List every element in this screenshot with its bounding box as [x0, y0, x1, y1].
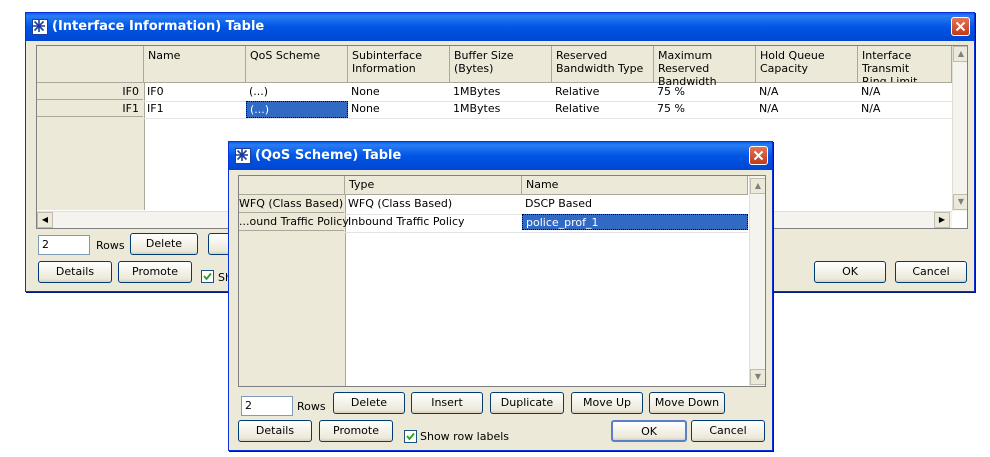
selected-cell[interactable]: (...) — [246, 101, 348, 118]
column-header[interactable]: Maximum Reserved Bandwidth — [654, 46, 756, 88]
rows-label: Rows — [96, 239, 125, 252]
table-cell[interactable]: Inbound Traffic Policy — [345, 214, 522, 230]
column-header[interactable]: QoS Scheme — [246, 46, 348, 83]
table-cell[interactable]: N/A — [858, 84, 952, 100]
column-header[interactable]: Reserved Bandwidth Type — [552, 46, 654, 83]
close-icon[interactable] — [749, 146, 768, 165]
delete-button[interactable]: Delete — [130, 233, 198, 255]
table-cell[interactable]: Relative — [552, 84, 654, 100]
row-label[interactable]: WFQ (Class Based) — [239, 196, 344, 213]
promote-button[interactable]: Promote — [319, 420, 393, 442]
table-cell[interactable]: Relative — [552, 101, 654, 117]
rows-count-input[interactable]: 2 — [241, 396, 293, 416]
column-header[interactable]: Hold Queue Capacity — [756, 46, 858, 83]
table-cell[interactable]: N/A — [858, 101, 952, 117]
column-header[interactable]: Name — [522, 176, 748, 195]
interface-info-titlebar[interactable]: (Interface Information) Table — [26, 13, 974, 41]
corner-header — [239, 176, 345, 195]
column-header[interactable]: Subinterface Information — [348, 46, 450, 83]
move-down-button[interactable]: Move Down — [649, 392, 725, 414]
table-row: Inbound Traffic Policy police_prof_1 — [345, 214, 748, 233]
table-cell[interactable]: N/A — [756, 84, 858, 100]
rows-count-input[interactable]: 2 — [38, 235, 90, 255]
vertical-scrollbar[interactable]: ▲ ▼ — [749, 176, 765, 386]
table-row: IF1 (...) None 1MBytes Relative 75 % N/A… — [144, 101, 952, 119]
table-cell[interactable]: DSCP Based — [522, 196, 748, 212]
details-button[interactable]: Details — [238, 420, 312, 442]
table-cell[interactable]: 75 % — [654, 84, 756, 100]
close-icon[interactable] — [951, 17, 970, 36]
table-cell[interactable]: IF1 — [144, 101, 246, 117]
app-icon — [235, 148, 251, 164]
scroll-down-icon[interactable]: ▼ — [750, 369, 765, 385]
rows-label: Rows — [297, 400, 326, 413]
row-label[interactable]: IF0 — [37, 84, 143, 100]
promote-button[interactable]: Promote — [118, 261, 192, 283]
column-header[interactable]: Buffer Size (Bytes) — [450, 46, 552, 83]
scroll-down-icon[interactable]: ▼ — [953, 194, 967, 210]
show-row-labels-checkbox[interactable] — [201, 270, 214, 283]
insert-button[interactable]: Insert — [411, 392, 483, 414]
table-row: WFQ (Class Based) DSCP Based — [345, 196, 748, 215]
move-up-button[interactable]: Move Up — [571, 392, 643, 414]
column-header[interactable]: Name — [144, 46, 246, 83]
table-cell[interactable]: WFQ (Class Based) — [345, 196, 522, 212]
qos-scheme-window: (QoS Scheme) Table Type Name WFQ (Class … — [228, 141, 773, 451]
selected-cell[interactable]: police_prof_1 — [522, 214, 748, 230]
column-header[interactable]: Type — [345, 176, 522, 195]
row-label[interactable]: IF1 — [37, 101, 143, 117]
window-title: (Interface Information) Table — [52, 19, 265, 34]
show-row-labels-checkbox[interactable] — [404, 430, 417, 443]
cancel-button[interactable]: Cancel — [691, 420, 765, 442]
details-button[interactable]: Details — [38, 261, 112, 283]
delete-button[interactable]: Delete — [333, 392, 405, 414]
qos-scheme-titlebar[interactable]: (QoS Scheme) Table — [229, 142, 772, 170]
scroll-left-icon[interactable]: ◀ — [37, 212, 53, 228]
show-row-labels-label: Show row labels — [420, 430, 510, 443]
table-cell[interactable]: IF0 — [144, 84, 246, 100]
ok-button[interactable]: OK — [611, 420, 687, 442]
table-cell[interactable]: None — [348, 84, 450, 100]
table-cell[interactable]: (...) — [246, 84, 348, 100]
corner-header — [37, 46, 144, 83]
scroll-up-icon[interactable]: ▲ — [953, 46, 967, 62]
cancel-button[interactable]: Cancel — [895, 261, 967, 283]
table-cell[interactable]: 75 % — [654, 101, 756, 117]
qos-scheme-table: Type Name WFQ (Class Based) ...ound Traf… — [238, 175, 766, 387]
row-label[interactable]: ...ound Traffic Policy — [239, 214, 349, 231]
scroll-up-icon[interactable]: ▲ — [750, 178, 765, 194]
duplicate-button[interactable]: Duplicate — [490, 392, 564, 414]
vertical-scrollbar[interactable]: ▲ ▼ — [952, 46, 967, 211]
window-title: (QoS Scheme) Table — [255, 148, 402, 163]
table-cell[interactable]: 1MBytes — [450, 101, 552, 117]
table-row: IF0 (...) None 1MBytes Relative 75 % N/A… — [144, 84, 952, 102]
scroll-right-icon[interactable]: ▶ — [934, 212, 950, 228]
app-icon — [32, 19, 48, 35]
ok-button[interactable]: OK — [814, 261, 886, 283]
table-cell[interactable]: N/A — [756, 101, 858, 117]
column-header[interactable]: Interface Transmit Ring Limit — [858, 46, 952, 83]
table-cell[interactable]: None — [348, 101, 450, 117]
table-cell[interactable]: 1MBytes — [450, 84, 552, 100]
